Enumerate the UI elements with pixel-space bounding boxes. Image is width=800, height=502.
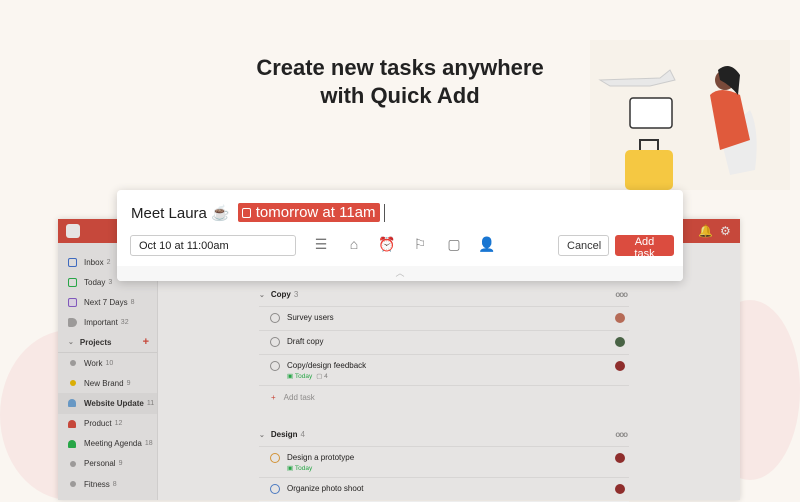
calendar-icon bbox=[241, 207, 251, 218]
date-chip[interactable]: tomorrow at 11am bbox=[237, 203, 380, 222]
quick-add-dialog: Meet Laura ☕ tomorrow at 11am ☰ ⌂ ⏰ ⚐ ▢ … bbox=[117, 190, 683, 281]
priority-flag-icon[interactable]: ⚐ bbox=[411, 236, 429, 253]
headline-line-2: with Quick Add bbox=[320, 83, 480, 108]
cancel-button[interactable]: Cancel bbox=[558, 235, 609, 256]
headline-line-1: Create new tasks anywhere bbox=[256, 55, 544, 80]
headline: Create new tasks anywhere with Quick Add bbox=[200, 54, 600, 110]
label-tag-icon[interactable]: ⌂ bbox=[345, 236, 363, 252]
add-task-submit-button[interactable]: Add task bbox=[615, 235, 674, 260]
assign-user-icon[interactable]: 👤 bbox=[478, 236, 496, 253]
project-list-icon[interactable]: ☰ bbox=[312, 236, 330, 253]
task-text: Meet Laura ☕ bbox=[131, 204, 230, 222]
chevron-up-icon: ︿ bbox=[395, 268, 405, 278]
expand-toggle[interactable]: ︿ bbox=[117, 266, 683, 281]
date-chip-label: tomorrow at 11am bbox=[255, 204, 376, 221]
traveler-illustration bbox=[590, 40, 790, 190]
due-date-input[interactable] bbox=[130, 235, 296, 256]
task-input[interactable]: Meet Laura ☕ tomorrow at 11am bbox=[131, 203, 385, 222]
text-caret bbox=[383, 203, 385, 222]
comment-icon[interactable]: ▢ bbox=[445, 236, 463, 253]
reminder-alarm-icon[interactable]: ⏰ bbox=[378, 236, 396, 253]
